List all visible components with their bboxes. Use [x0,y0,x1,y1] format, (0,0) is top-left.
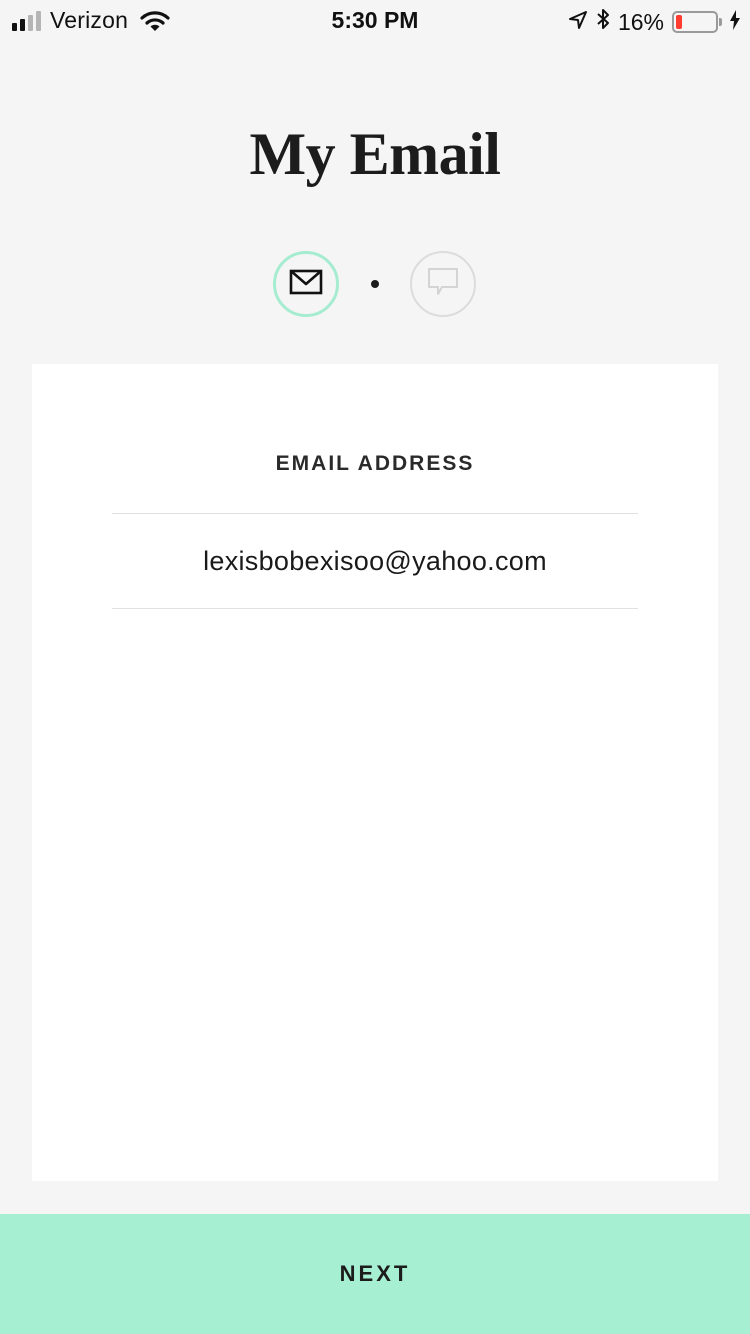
step-chat[interactable] [410,251,476,317]
status-right: 16% [568,7,740,37]
screen: Verizon 5:30 PM 16% My Email EMAIL ADDRE… [0,0,750,1334]
step-separator-dot [371,280,379,288]
next-button[interactable]: NEXT [0,1214,750,1334]
location-arrow-icon [568,9,588,36]
bluetooth-icon [596,7,610,37]
battery-icon [672,11,722,33]
battery-percent: 16% [617,8,664,35]
step-email[interactable] [273,251,339,317]
status-bar: Verizon 5:30 PM 16% [0,0,750,40]
email-label: EMAIL ADDRESS [275,452,475,475]
battery-level [676,15,683,29]
envelope-icon [289,269,323,300]
email-field[interactable] [112,514,638,608]
email-card: EMAIL ADDRESS [32,364,718,1181]
email-field-wrapper [112,513,638,609]
step-indicator [0,251,750,317]
page-title: My Email [249,121,501,187]
charging-bolt-icon [730,9,740,36]
chat-bubble-icon [427,267,459,302]
